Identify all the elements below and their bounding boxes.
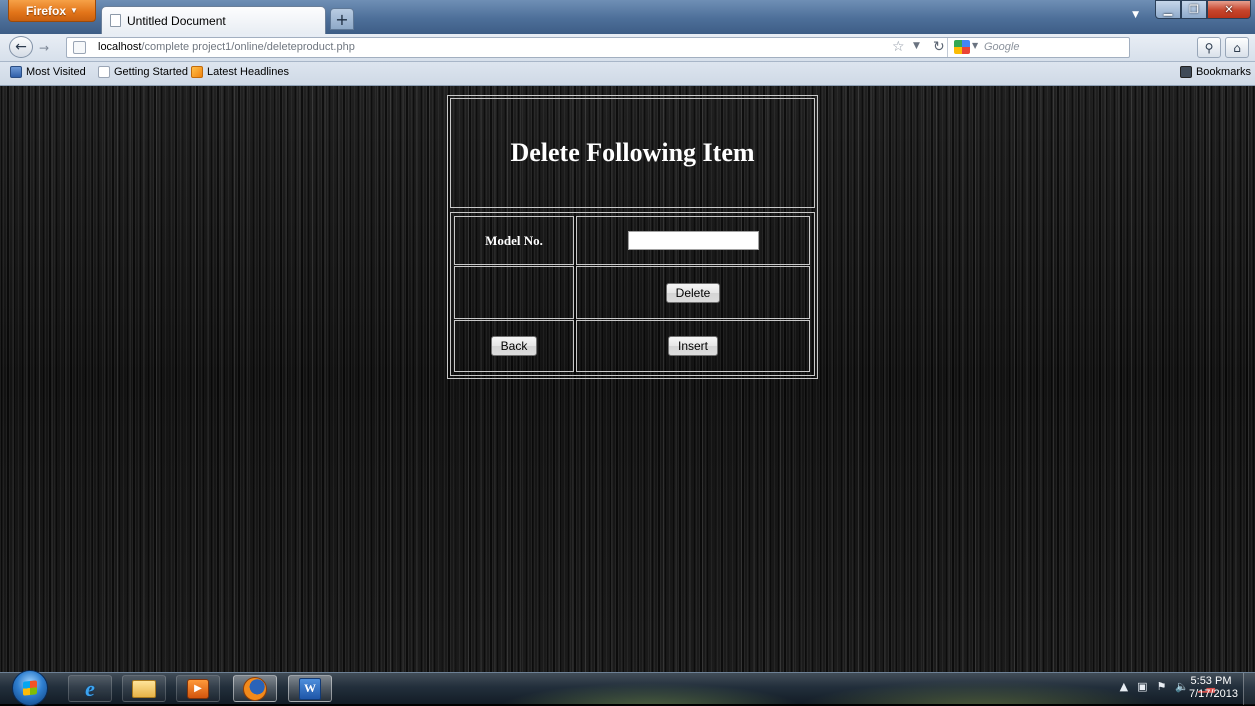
tab-list-dropdown-icon[interactable]: ▼ xyxy=(1132,10,1139,20)
search-engine-dropdown-icon[interactable]: ▼ xyxy=(972,41,978,50)
bookmarks-toolbar: Most Visited Getting Started Latest Head… xyxy=(0,62,1255,86)
bookmark-label: Getting Started xyxy=(114,66,188,78)
page-viewport: Delete Following Item Model No. Delete B… xyxy=(0,86,1255,672)
taskbar-internet-explorer[interactable]: e xyxy=(68,675,112,702)
model-number-label: Model No. xyxy=(485,232,543,248)
windows-logo-icon xyxy=(23,680,37,696)
forward-button[interactable]: → xyxy=(34,39,54,56)
bookmark-label: Most Visited xyxy=(26,66,86,78)
network-icon[interactable]: ▣ xyxy=(1137,680,1147,693)
delete-form-table: Model No. Delete Back Insert xyxy=(450,212,815,376)
chevron-down-icon: ▼ xyxy=(70,6,78,15)
bookmarks-icon xyxy=(1179,66,1192,78)
search-placeholder: Google xyxy=(984,41,1020,53)
site-identity-icon[interactable] xyxy=(73,41,86,54)
restore-icon: ❐ xyxy=(1189,3,1199,16)
page-icon xyxy=(110,14,121,27)
delete-button[interactable]: Delete xyxy=(665,282,721,303)
window-titlebar: Firefox ▼ Untitled Document + ▼ ▁ ❐ ✕ xyxy=(0,0,1255,34)
search-bar[interactable]: ▼ Google xyxy=(947,38,1127,57)
bookmark-label: Latest Headlines xyxy=(207,66,289,78)
tab-title: Untitled Document xyxy=(127,13,226,28)
bookmark-star-icon[interactable]: ☆ xyxy=(892,39,905,55)
firefox-menu-button[interactable]: Firefox ▼ xyxy=(8,0,96,22)
navigation-toolbar: ← → localhost/complete project1/online/d… xyxy=(0,34,1255,62)
clock-time: 5:53 PM xyxy=(1190,675,1232,687)
firefox-menu-label: Firefox xyxy=(26,3,67,18)
windows-taskbar: e ▶ W ▲ ▣ ⚑ 🔈 ▁▃ 5:53 PM 7/17/2013 xyxy=(0,670,1255,706)
taskbar-firefox[interactable] xyxy=(233,675,277,702)
reload-icon[interactable]: ↻ xyxy=(933,39,945,55)
insert-button[interactable]: Insert xyxy=(667,336,718,356)
back-button-cell: Back xyxy=(454,320,574,372)
bookmark-getting-started[interactable]: Getting Started xyxy=(98,66,188,78)
volume-icon[interactable]: 🔈 xyxy=(1175,680,1189,693)
delete-button-cell: Delete xyxy=(576,266,810,319)
bookmarks-menu-button[interactable]: Bookmarks xyxy=(1179,66,1251,78)
back-arrow-icon: ← xyxy=(15,39,27,55)
empty-cell xyxy=(454,266,574,319)
bookmarks-menu-label: Bookmarks xyxy=(1195,66,1251,78)
clock-date: 7/17/2013 xyxy=(1189,688,1238,700)
show-desktop-button[interactable] xyxy=(1243,673,1255,705)
action-center-flag-icon[interactable]: ⚑ xyxy=(1157,680,1167,693)
bookmark-latest-headlines[interactable]: Latest Headlines xyxy=(191,66,289,78)
internet-explorer-icon: e xyxy=(85,675,95,701)
page-icon xyxy=(98,66,110,78)
rss-feed-icon xyxy=(191,66,203,78)
url-path: /complete project1/online/deleteproduct.… xyxy=(141,41,355,53)
forward-arrow-icon: → xyxy=(38,40,50,55)
model-number-input[interactable] xyxy=(627,231,759,250)
back-button[interactable]: ← xyxy=(9,36,33,58)
tab-untitled-document[interactable]: Untitled Document xyxy=(101,6,326,34)
home-icon: ⌂ xyxy=(1233,40,1241,55)
window-controls: ▼ ▁ ❐ ✕ xyxy=(1132,0,1251,20)
google-icon[interactable] xyxy=(954,40,970,54)
bookmark-most-visited[interactable]: Most Visited xyxy=(10,66,86,78)
url-text[interactable]: localhost/complete project1/online/delet… xyxy=(98,41,355,53)
close-icon: ✕ xyxy=(1224,3,1234,16)
most-visited-icon xyxy=(10,66,22,78)
media-player-icon: ▶ xyxy=(187,678,209,699)
close-button[interactable]: ✕ xyxy=(1207,0,1251,19)
minimize-button[interactable]: ▁ xyxy=(1155,0,1181,19)
minimize-icon: ▁ xyxy=(1163,3,1173,16)
url-bar[interactable]: localhost/complete project1/online/delet… xyxy=(66,37,1130,58)
url-host: localhost xyxy=(98,41,142,53)
home-button[interactable]: ⌂ xyxy=(1225,37,1249,58)
search-icon: ⚲ xyxy=(1204,40,1214,55)
model-input-cell xyxy=(576,216,810,265)
taskbar-clock[interactable]: 5:53 PM 7/17/2013 xyxy=(1189,675,1238,701)
plus-icon: + xyxy=(335,9,349,29)
taskbar-microsoft-word[interactable]: W xyxy=(288,675,332,702)
back-page-button[interactable]: Back xyxy=(490,336,538,356)
search-button[interactable]: ⚲ xyxy=(1197,37,1221,58)
maximize-button[interactable]: ❐ xyxy=(1181,0,1207,19)
word-icon: W xyxy=(299,677,321,700)
insert-button-cell: Insert xyxy=(576,320,810,372)
new-tab-button[interactable]: + xyxy=(330,8,354,30)
heading-cell: Delete Following Item xyxy=(450,98,815,208)
start-button[interactable] xyxy=(12,670,48,706)
url-history-dropdown-icon[interactable]: ▼ xyxy=(913,41,920,51)
show-hidden-icons-icon[interactable]: ▲ xyxy=(1120,680,1128,693)
page-title: Delete Following Item xyxy=(510,138,755,167)
folder-icon xyxy=(132,679,156,698)
taskbar-windows-explorer[interactable] xyxy=(122,675,166,702)
firefox-icon xyxy=(243,676,267,701)
delete-item-table: Delete Following Item Model No. Delete B… xyxy=(447,95,818,379)
model-label-cell: Model No. xyxy=(454,216,574,265)
taskbar-media-center[interactable]: ▶ xyxy=(176,675,220,702)
